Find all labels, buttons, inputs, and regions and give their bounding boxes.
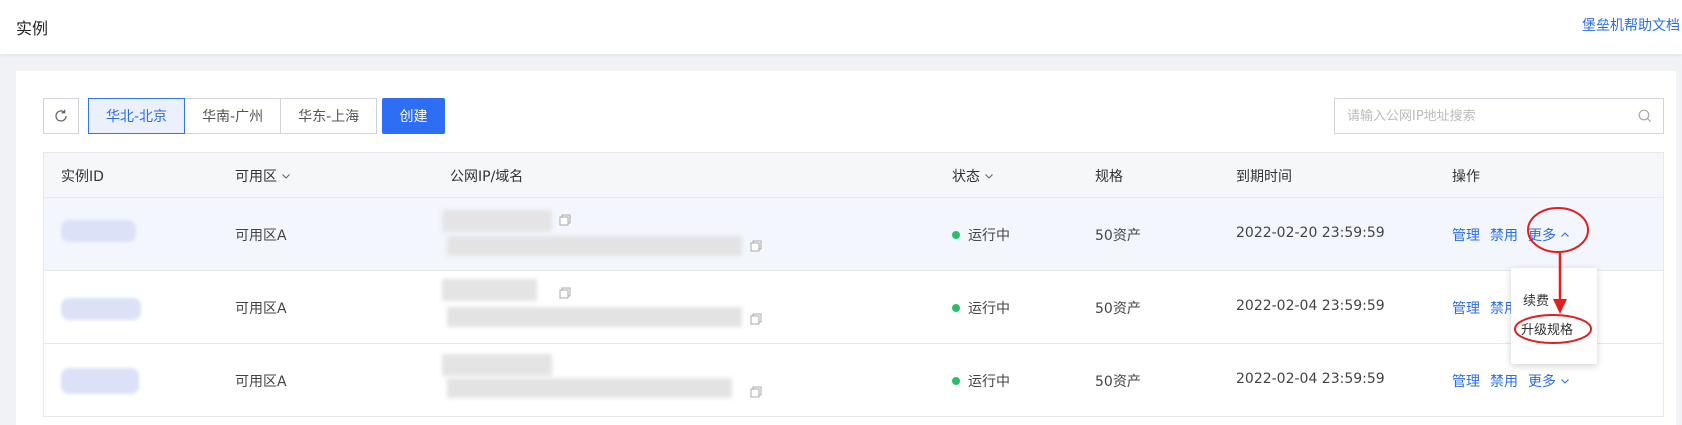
more-dropdown-toggle[interactable]: 更多 — [1528, 371, 1570, 391]
table-row: 可用区A 运行中 50资产 2022-02-04 23:59:59 管理 禁用 — [44, 271, 1663, 344]
manage-link[interactable]: 管理 — [1452, 228, 1480, 244]
instance-id-redacted — [61, 220, 136, 242]
refresh-button[interactable] — [43, 98, 79, 134]
region-tab-beijing[interactable]: 华北-北京 — [88, 98, 186, 134]
spec-cell: 50资产 — [1095, 374, 1141, 390]
expire-cell: 2022-02-04 23:59:59 — [1236, 371, 1385, 387]
manage-link[interactable]: 管理 — [1452, 301, 1480, 317]
col-public-ip: 公网IP/域名 — [450, 169, 524, 185]
col-status[interactable]: 状态 — [952, 166, 994, 186]
table-header: 实例ID 可用区 公网IP/域名 状态 规格 到期时间 操作 — [44, 153, 1663, 198]
main-panel: 华北-北京 华南-广州 华东-上海 创建 实例ID 可用区 公网IP/域名 状态… — [16, 71, 1676, 425]
col-operations: 操作 — [1452, 169, 1480, 185]
zone-cell: 可用区A — [235, 228, 287, 244]
status-cell: 运行中 — [952, 371, 1010, 391]
create-button[interactable]: 创建 — [382, 98, 445, 134]
instance-table: 实例ID 可用区 公网IP/域名 状态 规格 到期时间 操作 可用区A 运行中 … — [43, 152, 1664, 417]
menu-item-renew[interactable]: 续费 — [1523, 290, 1549, 309]
spec-cell: 50资产 — [1095, 301, 1141, 317]
copy-icon[interactable] — [559, 214, 571, 226]
expire-cell: 2022-02-04 23:59:59 — [1236, 298, 1385, 314]
copy-icon[interactable] — [750, 386, 762, 398]
domain-redacted — [447, 236, 742, 256]
copy-icon[interactable] — [750, 313, 762, 325]
help-docs-link[interactable]: 堡垒机帮助文档 — [1582, 15, 1680, 35]
instance-id-redacted — [61, 368, 139, 394]
more-dropdown-menu: 续费 升级规格 — [1511, 268, 1597, 364]
more-dropdown-toggle[interactable]: 更多 — [1528, 225, 1570, 245]
region-tab-guangzhou[interactable]: 华南-广州 — [184, 98, 282, 134]
status-running-dot — [952, 231, 960, 239]
disable-link[interactable]: 禁用 — [1490, 374, 1518, 390]
chevron-down-icon — [282, 174, 290, 179]
chevron-up-icon — [1561, 232, 1569, 237]
ip-redacted — [442, 279, 537, 301]
top-bar: 实例 堡垒机帮助文档 — [0, 0, 1682, 54]
menu-item-upgrade-spec[interactable]: 升级规格 — [1521, 319, 1573, 338]
refresh-icon — [55, 109, 67, 122]
ops-cell: 管理 禁用 更多 — [1452, 371, 1570, 391]
domain-redacted — [447, 378, 732, 398]
col-expire-time: 到期时间 — [1236, 169, 1292, 185]
region-tab-shanghai[interactable]: 华东-上海 — [280, 98, 378, 134]
status-cell: 运行中 — [952, 298, 1010, 318]
spec-cell: 50资产 — [1095, 228, 1141, 244]
status-cell: 运行中 — [952, 225, 1010, 245]
col-spec: 规格 — [1095, 169, 1123, 185]
col-instance-id: 实例ID — [61, 169, 104, 185]
table-row: 可用区A 运行中 50资产 2022-02-20 23:59:59 管理 禁用 更多 — [44, 198, 1663, 271]
ip-redacted — [442, 210, 552, 232]
page-title: 实例 — [16, 19, 49, 38]
domain-redacted — [447, 307, 742, 327]
search-box — [1334, 98, 1664, 134]
search-icon[interactable] — [1637, 108, 1653, 124]
chevron-down-icon — [985, 174, 993, 179]
chevron-down-icon — [1561, 379, 1569, 384]
zone-cell: 可用区A — [235, 301, 287, 317]
zone-cell: 可用区A — [235, 374, 287, 390]
status-running-dot — [952, 377, 960, 385]
col-zone[interactable]: 可用区 — [235, 166, 291, 186]
copy-icon[interactable] — [750, 240, 762, 252]
region-tabs: 华北-北京 华南-广州 华东-上海 — [88, 98, 378, 134]
instance-id-redacted — [61, 298, 141, 320]
status-running-dot — [952, 304, 960, 312]
copy-icon[interactable] — [559, 287, 571, 299]
expire-cell: 2022-02-20 23:59:59 — [1236, 225, 1385, 241]
search-input[interactable] — [1335, 99, 1625, 133]
disable-link[interactable]: 禁用 — [1490, 228, 1518, 244]
ops-cell: 管理 禁用 更多 — [1452, 225, 1570, 245]
table-row: 可用区A 运行中 50资产 2022-02-04 23:59:59 管理 禁用 更多 — [44, 344, 1663, 417]
manage-link[interactable]: 管理 — [1452, 374, 1480, 390]
ip-redacted — [442, 354, 552, 376]
